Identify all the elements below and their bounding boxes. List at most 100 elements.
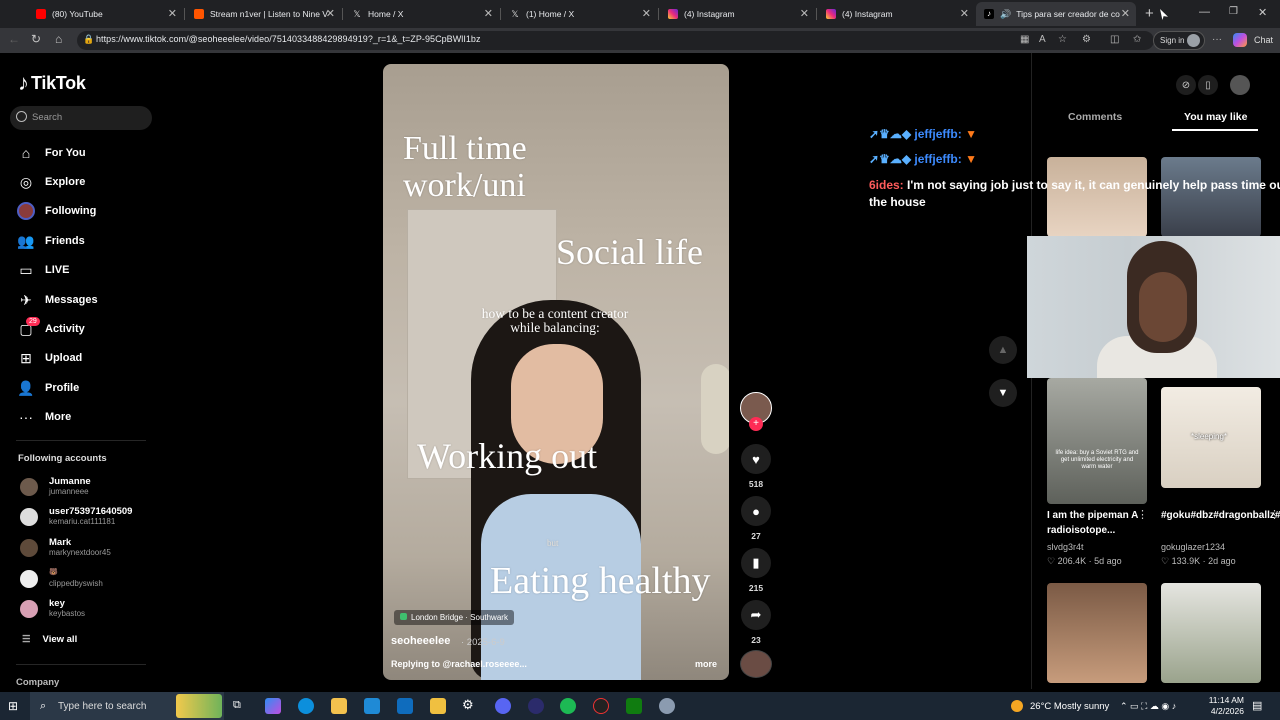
menu-dots-icon[interactable]: ··· (1212, 34, 1222, 45)
like-button[interactable]: ♥ 518 (740, 444, 772, 489)
browser-tab-instagram-2[interactable]: (4) Instagram ✕ (818, 2, 975, 26)
video-author[interactable]: gokuglazer1234 (1161, 542, 1225, 552)
home-icon[interactable]: ⌂ (55, 32, 62, 46)
lock-icon[interactable]: 🔒 (83, 34, 94, 45)
minimize-icon[interactable]: — (1199, 6, 1210, 18)
split-screen-icon[interactable]: ◫ (1110, 34, 1119, 45)
speaker-icon[interactable]: 🔊 (1000, 9, 1011, 20)
read-aloud-icon[interactable]: A (1039, 34, 1046, 45)
xbox-app-icon[interactable] (626, 698, 642, 714)
video-thumbnail[interactable]: *sleeping* (1161, 387, 1261, 488)
close-tab-icon[interactable]: ✕ (960, 7, 969, 20)
windows-start-icon[interactable]: ⊞ (8, 699, 18, 713)
close-tab-icon[interactable]: ✕ (168, 7, 177, 20)
search-input[interactable]: Search (10, 106, 152, 130)
close-tab-icon[interactable]: ✕ (484, 7, 493, 20)
close-tab-icon[interactable]: ✕ (1121, 7, 1130, 20)
previous-video-button[interactable]: ▲ (989, 336, 1017, 364)
share-button[interactable]: ➦ 23 (740, 600, 772, 645)
notes-app-icon[interactable] (430, 698, 446, 714)
refresh-icon[interactable]: ↻ (31, 32, 41, 46)
nav-profile[interactable]: 👤 Profile (16, 377, 79, 399)
video-title[interactable]: I am the pipeman A radioisotope... (1047, 508, 1147, 538)
nav-explore[interactable]: ◎ Explore (16, 171, 85, 193)
back-icon[interactable]: ← (8, 32, 20, 46)
comment-button[interactable]: ● 27 (740, 496, 772, 541)
video-thumbnail[interactable] (1161, 583, 1261, 683)
music-disc-avatar[interactable] (740, 650, 772, 678)
more-options-icon[interactable]: ⋮ (1269, 508, 1280, 521)
browser-tab-tiktok-active[interactable]: ♪ 🔊 Tips para ser creador de cont ✕ (976, 2, 1136, 26)
video-thumbnail[interactable]: life idea: buy a Soviet RTG and get unli… (1047, 378, 1147, 504)
close-window-icon[interactable]: ✕ (1258, 6, 1267, 19)
taskbar-search[interactable]: ⌕ Type here to search (30, 692, 224, 720)
task-view-icon[interactable]: ⧉ (233, 699, 249, 715)
store-app-icon[interactable] (364, 698, 380, 714)
location-tag[interactable]: London Bridge · Southwark (394, 610, 514, 625)
list-icon: ☰ (22, 634, 31, 645)
tiktok-wordmark: TikTok (31, 72, 86, 93)
nav-for-you[interactable]: ⌂ For You (16, 142, 86, 164)
nav-live[interactable]: ▭ LIVE (16, 259, 69, 281)
notifications-icon[interactable]: ▤ (1252, 699, 1262, 712)
url-text[interactable]: https://www.tiktok.com/@seoheeelee/video… (96, 34, 481, 44)
close-tab-icon[interactable]: ✕ (800, 7, 809, 20)
mouse-cursor (1160, 9, 1168, 20)
new-tab-icon[interactable]: + (1145, 5, 1154, 22)
user-avatar[interactable] (1230, 75, 1250, 95)
discord-app-icon[interactable] (495, 698, 511, 714)
extensions-icon[interactable]: ⚙ (1082, 34, 1091, 45)
nav-friends[interactable]: 👥 Friends (16, 230, 84, 252)
browser-tab-x-home[interactable]: 𝕏 Home / X ✕ (344, 2, 499, 26)
favorite-star-icon[interactable]: ☆ (1058, 34, 1067, 45)
browser-tab-instagram-1[interactable]: (4) Instagram ✕ (660, 2, 815, 26)
settings-app-icon[interactable]: ⚙ (462, 697, 478, 713)
nav-messages[interactable]: ✈ Messages (16, 289, 97, 311)
mail-app-icon[interactable] (397, 698, 413, 714)
sign-in-button[interactable]: Sign in (1153, 31, 1205, 50)
copilot-app-icon[interactable] (265, 698, 281, 714)
security-app-icon[interactable] (659, 698, 675, 714)
browser-tab-x-home-1[interactable]: 𝕏 (1) Home / X ✕ (502, 2, 657, 26)
nav-following[interactable]: Following (16, 200, 96, 222)
browser-tab-youtube[interactable]: (80) YouTube ✕ (28, 2, 183, 26)
maximize-icon[interactable]: ❐ (1229, 6, 1238, 17)
recording-app-icon[interactable] (593, 698, 609, 714)
save-button[interactable]: ▮ 215 (740, 548, 772, 593)
account-handle: markynextdoor45 (49, 548, 111, 557)
clock[interactable]: 11:14 AM 4/2/2026 (1200, 695, 1244, 717)
video-player[interactable]: Full time work/uni Social life how to be… (383, 64, 729, 680)
tab-comments[interactable]: Comments (1068, 111, 1122, 123)
copilot-icon[interactable] (1233, 33, 1247, 47)
tag-icon[interactable]: ⊘ (1176, 75, 1196, 95)
system-tray-icons[interactable]: ⌃ ▭ ⛶ ☁ ◉ ♪ (1120, 701, 1176, 712)
more-options-icon[interactable]: ⋮ (1137, 508, 1148, 521)
video-title[interactable]: #goku#dbz#dragonballz#naruto#o... (1161, 508, 1280, 523)
edge-app-icon[interactable] (298, 698, 314, 714)
tiktok-logo[interactable]: ♪ TikTok (18, 70, 86, 96)
apps-icon[interactable]: ▦ (1020, 34, 1029, 45)
video-author[interactable]: slvdg3r4t (1047, 542, 1084, 552)
video-thumbnail[interactable] (1047, 583, 1147, 683)
more-button[interactable]: more (695, 659, 717, 669)
video-author[interactable]: seoheeelee (391, 635, 450, 647)
nav-more[interactable]: ··· More (16, 406, 71, 428)
spotify-app-icon[interactable] (560, 698, 576, 714)
company-link[interactable]: Company (16, 677, 59, 688)
follow-plus-icon[interactable]: + (749, 417, 763, 431)
tab-you-may-like[interactable]: You may like (1184, 111, 1247, 123)
close-tab-icon[interactable]: ✕ (326, 7, 335, 20)
next-video-button[interactable]: ▼ (989, 379, 1017, 407)
browser-tab-soundcloud[interactable]: Stream n1ver | Listen to Nine Vicio ✕ (186, 2, 341, 26)
close-tab-icon[interactable]: ✕ (642, 7, 651, 20)
chevron-down-icon: ▼ (997, 387, 1009, 399)
favorites-icon[interactable]: ✩ (1133, 34, 1141, 45)
weather-text[interactable]: 26°C Mostly sunny (1030, 701, 1109, 712)
device-icon[interactable]: ▯ (1198, 75, 1218, 95)
app-icon[interactable] (528, 698, 544, 714)
view-all-link[interactable]: ☰ View all (22, 634, 77, 645)
nav-upload[interactable]: ⊞ Upload (16, 347, 82, 369)
nav-activity[interactable]: ▢ 29 Activity (16, 317, 85, 340)
chat-button[interactable]: Chat (1254, 35, 1273, 45)
file-explorer-icon[interactable] (331, 698, 347, 714)
